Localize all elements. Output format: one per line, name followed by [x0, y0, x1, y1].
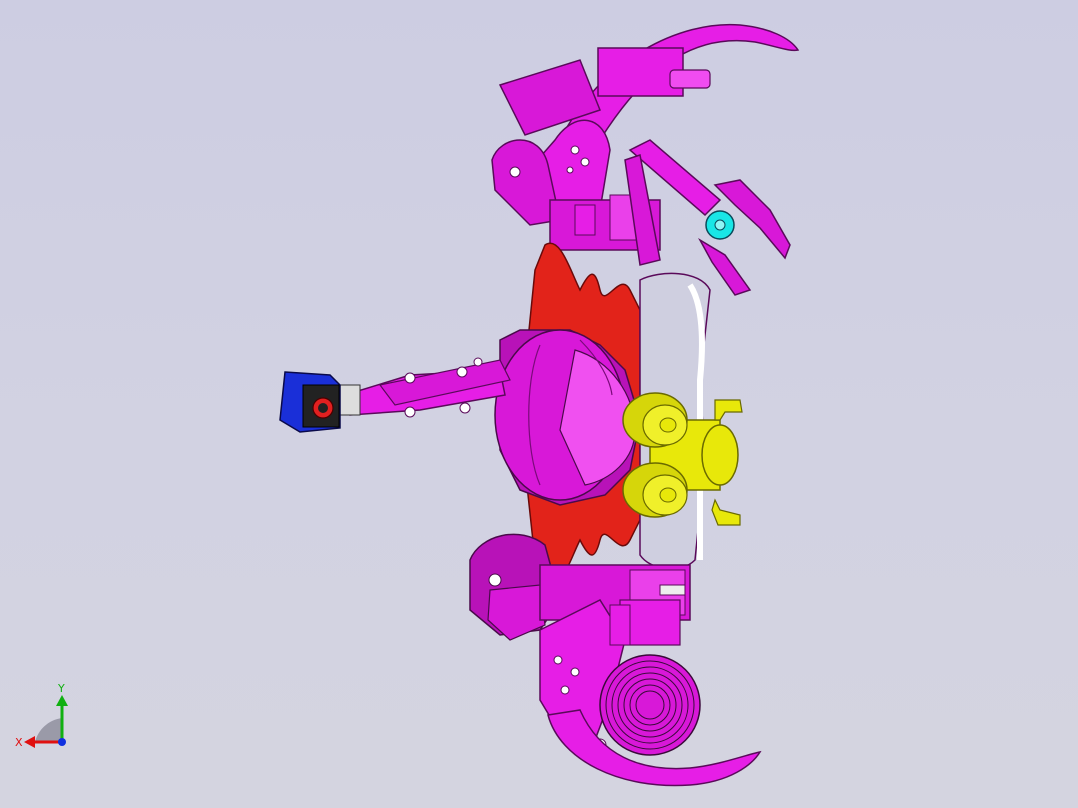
lower-bolt-4 — [560, 685, 570, 695]
lower-sphere-foot[interactable] — [599, 654, 701, 756]
upper-servo-tab[interactable] — [669, 69, 711, 89]
upper-bolt-1 — [509, 166, 521, 178]
upper-bolt-2 — [570, 145, 580, 155]
cad-3d-viewport[interactable]: Y X — [0, 0, 1078, 808]
arm-bolt-2 — [456, 366, 468, 378]
wheel-clip-upper[interactable] — [714, 399, 743, 421]
robot-assembly-model[interactable] — [0, 0, 1078, 808]
lower-bolt-3 — [570, 667, 580, 677]
arm-bolt-4 — [459, 402, 471, 414]
y-axis-label: Y — [57, 682, 65, 695]
upper-bolt-3 — [580, 157, 590, 167]
triad-base-wedge — [35, 718, 62, 742]
lower-link-post — [609, 604, 631, 646]
wheel-side-disc[interactable] — [701, 424, 739, 486]
x-axis-arrow-icon — [24, 736, 35, 748]
upper-bolt-4 — [566, 166, 574, 174]
upper-servo-horn — [574, 204, 596, 236]
lower-bolt-2 — [553, 655, 563, 665]
z-axis-dot — [58, 738, 66, 746]
camera-lens-center — [318, 403, 328, 413]
wheel-upper[interactable] — [622, 392, 688, 448]
arm-bolt-3 — [404, 406, 416, 418]
wheel-lower[interactable] — [622, 462, 688, 518]
x-axis-label: X — [15, 736, 23, 749]
lower-servo-spacer — [659, 584, 686, 596]
arm-bolt-1 — [404, 372, 416, 384]
gripper-hub-center — [714, 219, 726, 231]
arm-bolt-5 — [473, 357, 483, 367]
y-axis-arrow-icon — [56, 695, 68, 706]
wheel-clip-lower[interactable] — [711, 498, 741, 526]
lower-bolt-1 — [488, 573, 502, 587]
axis-triad: Y X — [15, 682, 68, 749]
